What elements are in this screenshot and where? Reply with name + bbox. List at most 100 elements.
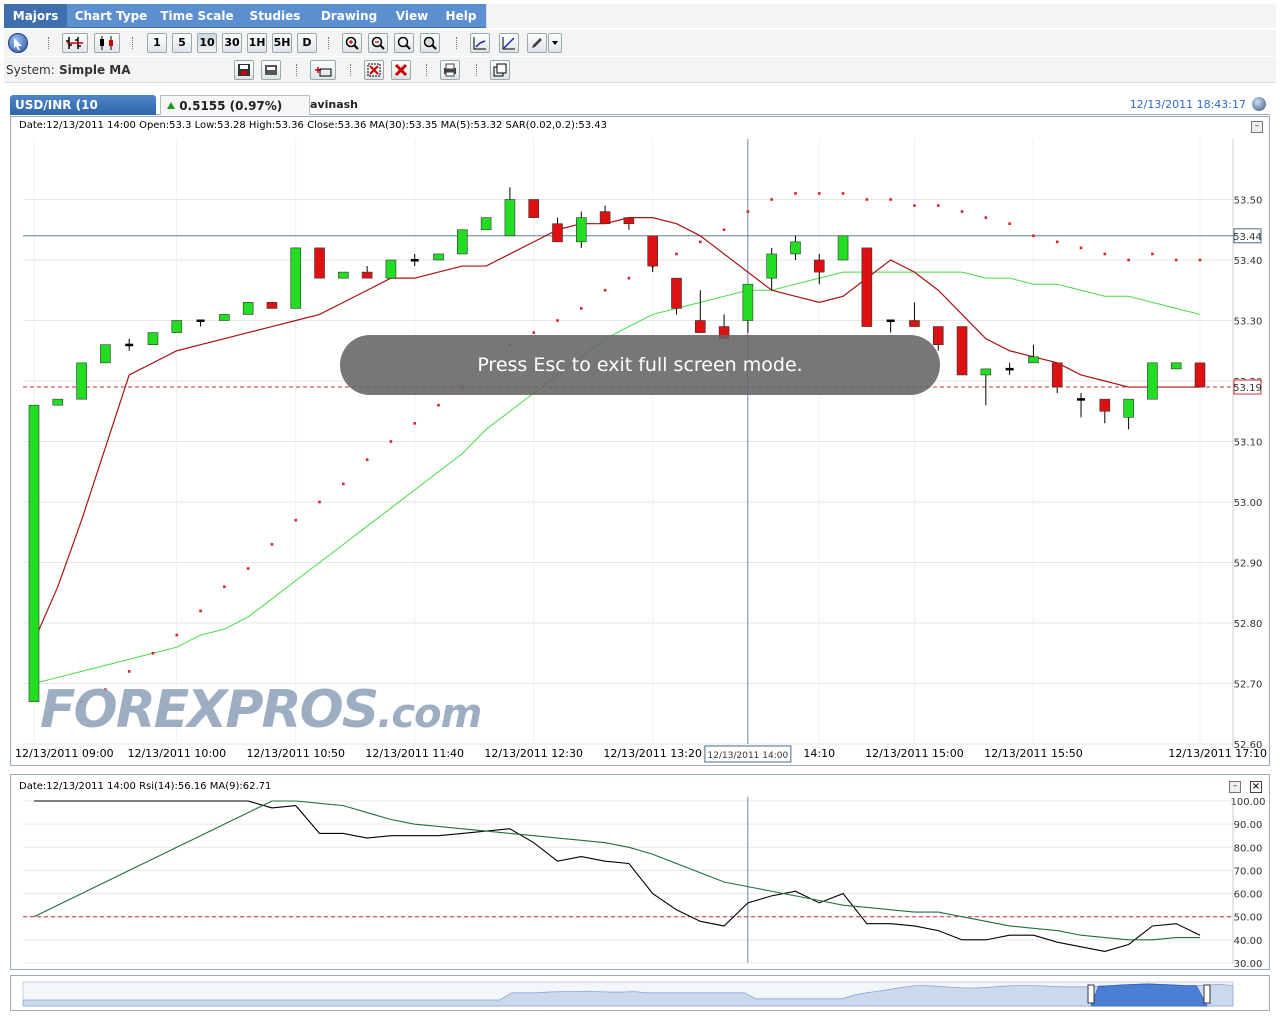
candle-body bbox=[980, 368, 992, 376]
sar-point bbox=[960, 210, 964, 213]
arrow-up-icon bbox=[167, 102, 175, 109]
system-value[interactable]: Simple MA bbox=[59, 63, 131, 77]
sar-point bbox=[1174, 258, 1178, 262]
menu-drawing[interactable]: Drawing bbox=[310, 4, 388, 28]
price-change-value: 0.5155 (0.97%) bbox=[179, 99, 283, 113]
candle-body bbox=[410, 259, 419, 262]
menu-chart-type[interactable]: Chart Type bbox=[68, 4, 154, 28]
rsi-chart[interactable]: 100.00 90.00 80.00 70.00 60.00 50.00 40.00 30.0… bbox=[11, 775, 1269, 969]
save-icon[interactable] bbox=[234, 60, 254, 80]
navigator-chart[interactable] bbox=[11, 976, 1269, 1010]
zoom-reset-icon[interactable] bbox=[394, 33, 414, 53]
candle-body bbox=[219, 314, 230, 321]
print-icon[interactable] bbox=[440, 60, 460, 80]
candle-body bbox=[599, 211, 611, 224]
sar-point bbox=[1103, 252, 1107, 256]
zoom-out-icon[interactable] bbox=[368, 33, 388, 53]
y-tick-label: 53.50 bbox=[1234, 196, 1263, 207]
candle-body bbox=[1147, 362, 1158, 400]
menu-studies[interactable]: Studies bbox=[240, 4, 310, 28]
timescale-d-button[interactable]: D bbox=[297, 33, 317, 53]
pencil-icon[interactable] bbox=[527, 33, 547, 53]
navigator-handle[interactable] bbox=[1087, 984, 1095, 1004]
candle-body bbox=[504, 199, 516, 237]
load-icon[interactable] bbox=[261, 60, 281, 80]
sar-point bbox=[865, 198, 869, 201]
y-tick-label: 80.00 bbox=[1234, 843, 1263, 854]
tab-symbol[interactable]: USD/INR (10 minutes) bbox=[10, 95, 156, 132]
sar-point bbox=[603, 288, 607, 292]
candle-body bbox=[314, 247, 325, 279]
candlestick-chart-icon[interactable] bbox=[94, 33, 120, 53]
candle-body bbox=[766, 253, 777, 279]
trendline-icon[interactable] bbox=[470, 33, 490, 53]
price-chart[interactable]: 53.5053.4053.3053.2053.1053.0052.9052.80… bbox=[11, 117, 1269, 765]
candle-body bbox=[242, 302, 254, 315]
candle-body bbox=[671, 277, 682, 309]
candle-body bbox=[932, 326, 944, 346]
pointer-icon[interactable] bbox=[8, 33, 28, 53]
timescale-1-button[interactable]: 1 bbox=[147, 33, 167, 53]
zoom-in-icon[interactable] bbox=[342, 33, 362, 53]
candle-body bbox=[1170, 362, 1182, 370]
sar-point bbox=[1198, 258, 1202, 262]
y-tick-label: 53.30 bbox=[1234, 317, 1263, 328]
menu-bar-filler bbox=[486, 4, 1276, 28]
candle-body bbox=[694, 320, 706, 333]
candle-body bbox=[125, 343, 134, 347]
candle-body bbox=[528, 199, 540, 218]
candle-body bbox=[361, 271, 373, 279]
fibonacci-icon[interactable] bbox=[499, 33, 519, 53]
candle-body bbox=[196, 319, 205, 322]
menu-majors[interactable]: Majors bbox=[4, 4, 67, 28]
candle-body bbox=[76, 362, 87, 400]
ma-long-line bbox=[33, 271, 1201, 684]
zoom-area-icon[interactable] bbox=[420, 33, 440, 53]
timescale-30-button[interactable]: 30 bbox=[222, 33, 242, 53]
y-tick-label: 100.00 bbox=[1231, 797, 1266, 808]
price-label: 53.19 bbox=[1233, 383, 1262, 394]
rsi-chart-panel[interactable]: Date:12/13/2011 14:00 Rsi(14):56.16 MA(9… bbox=[10, 774, 1270, 970]
timescale-5h-button[interactable]: 5H bbox=[272, 33, 292, 53]
x-tick-label: 12/13/2011 11:40 bbox=[365, 747, 464, 760]
timescale-10-button[interactable]: 10 bbox=[197, 33, 217, 53]
candle-body bbox=[909, 320, 920, 327]
chevron-down-icon[interactable] bbox=[548, 33, 562, 53]
rsi-line bbox=[34, 800, 1201, 952]
y-tick-label: 50.00 bbox=[1234, 913, 1263, 924]
timescale-5-button[interactable]: 5 bbox=[172, 33, 192, 53]
navigator-handle[interactable] bbox=[1203, 984, 1211, 1004]
candle-body bbox=[1077, 398, 1086, 401]
candle-body bbox=[552, 223, 563, 243]
menu-time-scale[interactable]: Time Scale bbox=[154, 4, 240, 28]
username: avinash bbox=[310, 98, 358, 111]
menu-help[interactable]: Help bbox=[436, 4, 486, 28]
y-tick-label: 70.00 bbox=[1234, 866, 1263, 877]
menu-view[interactable]: View bbox=[388, 4, 436, 28]
toolbar-separator bbox=[296, 64, 297, 76]
ohlc-chart-icon[interactable] bbox=[62, 33, 88, 53]
y-tick-label: 60.00 bbox=[1234, 890, 1263, 901]
toolbar-separator bbox=[132, 37, 133, 49]
sar-point bbox=[437, 403, 440, 407]
remove-indicator-icon[interactable] bbox=[364, 60, 384, 80]
fullscreen-notice: Press Esc to exit full screen mode. bbox=[340, 335, 940, 395]
add-indicator-icon[interactable] bbox=[310, 60, 336, 80]
y-tick-label: 53.00 bbox=[1234, 498, 1263, 509]
x-tick-label: 12/13/2011 15:50 bbox=[984, 747, 1083, 760]
watermark-main: FOREXPROS bbox=[40, 680, 379, 740]
globe-icon[interactable] bbox=[1252, 97, 1266, 111]
timescale-1h-button[interactable]: 1H bbox=[247, 33, 267, 53]
candle-body bbox=[457, 229, 468, 255]
sar-point bbox=[722, 228, 726, 232]
fullscreen-icon[interactable] bbox=[490, 60, 510, 80]
sar-point bbox=[342, 482, 345, 486]
navigator-panel[interactable] bbox=[10, 975, 1270, 1011]
price-chart-panel[interactable]: Date:12/13/2011 14:00 Open:53.3 Low:53.2… bbox=[10, 116, 1270, 766]
sar-point bbox=[175, 633, 179, 637]
y-tick-label: 53.10 bbox=[1234, 438, 1263, 449]
toolbar-separator bbox=[426, 64, 427, 76]
x-tick-label: 12/13/2011 15:00 bbox=[865, 747, 964, 760]
candle-body bbox=[52, 398, 64, 406]
delete-icon[interactable] bbox=[391, 60, 411, 80]
